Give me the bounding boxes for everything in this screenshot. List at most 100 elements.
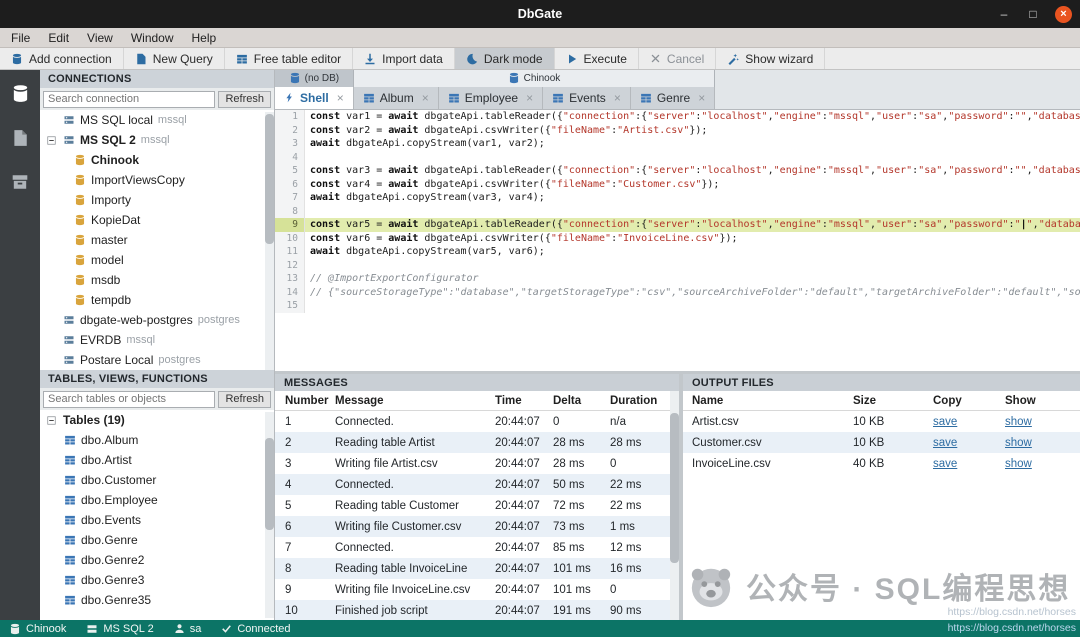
tab-employee[interactable]: Employee× [439, 87, 543, 109]
sql-shell-editor[interactable]: 1const var1 = await dbgateApi.tableReade… [275, 110, 1080, 371]
database-item-importviewscopy[interactable]: ImportViewsCopy [40, 170, 274, 190]
database-item-tempdb[interactable]: tempdb [40, 290, 274, 310]
code-line-4[interactable]: 4 [275, 151, 1080, 165]
code-line-14[interactable]: 14// {"sourceStorageType":"database","ta… [275, 286, 1080, 300]
code-line-13[interactable]: 13// @ImportExportConfigurator [275, 272, 1080, 286]
code-line-3[interactable]: 3await dbgateApi.copyStream(var1, var2); [275, 137, 1080, 151]
execute-button[interactable]: Execute [555, 48, 639, 69]
connection-item-evrdb[interactable]: EVRDBmssql [40, 330, 274, 350]
code-line-6[interactable]: 6const var4 = await dbgateApi.csvWriter(… [275, 178, 1080, 192]
connections-search-input[interactable] [43, 91, 215, 108]
code-line-9[interactable]: 9const var5 = await dbgateApi.tableReade… [275, 218, 1080, 232]
table-item-dbo-genre2[interactable]: dbo.Genre2 [40, 550, 274, 570]
close-button[interactable]: × [1055, 6, 1072, 23]
message-row[interactable]: 5Reading table Customer20:44:0772 ms22 m… [275, 495, 679, 516]
message-row[interactable]: 8Reading table InvoiceLine20:44:07101 ms… [275, 558, 679, 579]
message-row[interactable]: 3Writing file Artist.csv20:44:0728 ms0 [275, 453, 679, 474]
tab-group-chinook[interactable]: Chinook [354, 70, 716, 87]
table-item-dbo-genre3[interactable]: dbo.Genre3 [40, 570, 274, 590]
show-link[interactable]: show [1005, 458, 1032, 470]
cancel-button[interactable]: Cancel [639, 48, 716, 69]
message-row[interactable]: 2Reading table Artist20:44:0728 ms28 ms [275, 432, 679, 453]
code-line-8[interactable]: 8 [275, 205, 1080, 219]
code-line-1[interactable]: 1const var1 = await dbgateApi.tableReade… [275, 110, 1080, 124]
save-link[interactable]: save [933, 458, 957, 470]
output-file-row[interactable]: Artist.csv10 KBsaveshow [683, 411, 1080, 432]
tables-search-input[interactable] [43, 391, 215, 408]
message-row[interactable]: 9Writing file InvoiceLine.csv20:44:07101… [275, 579, 679, 600]
connections-scrollbar[interactable] [265, 112, 274, 370]
collapse-toggle-icon[interactable] [45, 416, 58, 425]
table-item-dbo-genre[interactable]: dbo.Genre [40, 530, 274, 550]
status-sa[interactable]: sa [174, 623, 202, 635]
code-line-12[interactable]: 12 [275, 259, 1080, 273]
column-header-name[interactable]: Name [683, 395, 853, 407]
import-data-button[interactable]: Import data [353, 48, 455, 69]
status-ms-sql-2[interactable]: MS SQL 2 [86, 623, 153, 635]
tab-group-no-db[interactable]: (no DB) [275, 70, 354, 87]
tab-shell[interactable]: Shell× [275, 87, 354, 109]
column-header-size[interactable]: Size [853, 395, 933, 407]
code-line-2[interactable]: 2const var2 = await dbgateApi.csvWriter(… [275, 124, 1080, 138]
tab-close-icon[interactable]: × [526, 91, 533, 105]
tables-scrollbar[interactable] [265, 412, 274, 618]
database-item-chinook[interactable]: Chinook [40, 150, 274, 170]
tab-close-icon[interactable]: × [698, 91, 705, 105]
code-line-11[interactable]: 11await dbgateApi.copyStream(var5, var6)… [275, 245, 1080, 259]
column-header-time[interactable]: Time [495, 395, 553, 407]
tables-refresh-button[interactable]: Refresh [218, 391, 271, 408]
database-item-kopiedat[interactable]: KopieDat [40, 210, 274, 230]
connection-item-postare-local[interactable]: Postare Localpostgres [40, 350, 274, 370]
message-row[interactable]: 4Connected.20:44:0750 ms22 ms [275, 474, 679, 495]
files-panel-icon[interactable] [11, 129, 29, 147]
database-item-importy[interactable]: Importy [40, 190, 274, 210]
code-line-15[interactable]: 15 [275, 299, 1080, 313]
column-header-number[interactable]: Number [275, 395, 335, 407]
message-row[interactable]: 7Connected.20:44:0785 ms12 ms [275, 537, 679, 558]
column-header-duration[interactable]: Duration [610, 395, 679, 407]
column-header-delta[interactable]: Delta [553, 395, 610, 407]
column-header-show[interactable]: Show [1005, 395, 1080, 407]
connection-item-ms-sql-2[interactable]: MS SQL 2mssql [40, 130, 274, 150]
message-row[interactable]: 6Writing file Customer.csv20:44:0773 ms1… [275, 516, 679, 537]
code-line-7[interactable]: 7await dbgateApi.copyStream(var3, var4); [275, 191, 1080, 205]
column-header-copy[interactable]: Copy [933, 395, 1005, 407]
output-file-row[interactable]: Customer.csv10 KBsaveshow [683, 432, 1080, 453]
add-connection-button[interactable]: Add connection [0, 48, 124, 69]
status-connected[interactable]: Connected [221, 623, 290, 635]
new-query-button[interactable]: New Query [124, 48, 225, 69]
database-item-model[interactable]: model [40, 250, 274, 270]
maximize-button[interactable]: □ [1026, 7, 1040, 21]
table-item-dbo-employee[interactable]: dbo.Employee [40, 490, 274, 510]
table-item-dbo-events[interactable]: dbo.Events [40, 510, 274, 530]
free-table-editor-button[interactable]: Free table editor [225, 48, 353, 69]
tab-close-icon[interactable]: × [614, 91, 621, 105]
save-link[interactable]: save [933, 437, 957, 449]
connection-item-dbgate-web-postgres[interactable]: dbgate-web-postgrespostgres [40, 310, 274, 330]
menu-help[interactable]: Help [183, 29, 226, 47]
status-chinook[interactable]: Chinook [9, 623, 66, 635]
table-item-dbo-artist[interactable]: dbo.Artist [40, 450, 274, 470]
message-row[interactable]: 10Finished job script20:44:07191 ms90 ms [275, 600, 679, 620]
table-item-dbo-genre35[interactable]: dbo.Genre35 [40, 590, 274, 610]
output-file-row[interactable]: InvoiceLine.csv40 KBsaveshow [683, 453, 1080, 474]
code-line-5[interactable]: 5const var3 = await dbgateApi.tableReade… [275, 164, 1080, 178]
database-item-msdb[interactable]: msdb [40, 270, 274, 290]
database-item-master[interactable]: master [40, 230, 274, 250]
table-item-dbo-customer[interactable]: dbo.Customer [40, 470, 274, 490]
tables-group[interactable]: Tables (19) [40, 410, 274, 430]
connection-item-ms-sql-local[interactable]: MS SQL localmssql [40, 110, 274, 130]
menu-window[interactable]: Window [122, 29, 183, 47]
column-header-message[interactable]: Message [335, 395, 495, 407]
code-line-10[interactable]: 10const var6 = await dbgateApi.csvWriter… [275, 232, 1080, 246]
message-row[interactable]: 1Connected.20:44:070n/a [275, 411, 679, 432]
connections-refresh-button[interactable]: Refresh [218, 91, 271, 108]
tab-close-icon[interactable]: × [422, 91, 429, 105]
messages-scrollbar[interactable] [670, 391, 679, 620]
connections-panel-icon[interactable] [11, 84, 30, 103]
show-link[interactable]: show [1005, 416, 1032, 428]
tab-album[interactable]: Album× [354, 87, 439, 109]
minimize-button[interactable]: – [997, 7, 1011, 21]
dark-mode-button[interactable]: Dark mode [455, 48, 555, 69]
menu-edit[interactable]: Edit [39, 29, 78, 47]
